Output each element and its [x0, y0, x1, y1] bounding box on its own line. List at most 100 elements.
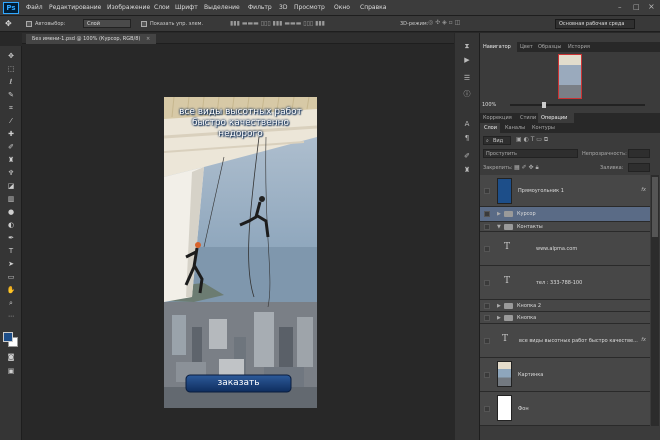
path-select-tool-icon[interactable]: ➤: [4, 259, 18, 270]
artboard[interactable]: все виды высотных работ быстро качествен…: [164, 97, 317, 408]
eyedropper-tool-icon[interactable]: ⁄: [4, 116, 18, 127]
layer-row[interactable]: ▶ Курсор: [480, 207, 650, 222]
gradient-tool-icon[interactable]: ▥: [4, 194, 18, 205]
move-tool-icon[interactable]: ✥: [5, 19, 12, 28]
tab-history[interactable]: История: [568, 44, 590, 50]
properties-icon[interactable]: ☰: [461, 73, 473, 84]
lasso-tool-icon[interactable]: ℓ: [4, 77, 18, 88]
menu-image[interactable]: Изображение: [107, 4, 150, 11]
more-tools-icon[interactable]: ⋯: [4, 311, 18, 322]
zoom-tool-icon[interactable]: ⌕: [4, 298, 18, 309]
visibility-toggle[interactable]: [484, 338, 490, 344]
visibility-toggle[interactable]: [484, 406, 490, 412]
visibility-toggle[interactable]: [484, 303, 490, 309]
visibility-toggle[interactable]: [484, 315, 490, 321]
menu-help[interactable]: Справка: [360, 4, 386, 11]
healing-tool-icon[interactable]: ✚: [4, 129, 18, 140]
visibility-toggle[interactable]: [484, 224, 490, 230]
document-tab[interactable]: Без имени-1.psd @ 100% (Курсор, RGB/8) ×: [26, 34, 157, 44]
zoom-slider[interactable]: [510, 102, 645, 108]
layer-filter-select[interactable]: ⌕ Вид: [483, 136, 511, 145]
layer-row[interactable]: Картинка: [480, 358, 650, 392]
collapse-arrow-icon[interactable]: ▼: [497, 224, 501, 230]
expand-arrow-icon[interactable]: ▶: [497, 211, 501, 217]
menu-window[interactable]: Окно: [334, 4, 350, 11]
visibility-toggle[interactable]: [484, 211, 490, 217]
navigator-preview[interactable]: [558, 54, 582, 99]
tab-adjustments[interactable]: Коррекция: [483, 115, 512, 121]
tab-color[interactable]: Цвет: [520, 44, 533, 50]
brush-settings-icon[interactable]: ✐: [461, 151, 473, 162]
menu-select[interactable]: Выделение: [204, 4, 240, 11]
history-icon[interactable]: ⧗: [461, 41, 473, 52]
layer-row[interactable]: ▶ Кнопка: [480, 312, 650, 324]
info-icon[interactable]: ⓘ: [461, 89, 473, 100]
layer-row[interactable]: T тел : 333-788-100: [480, 266, 650, 300]
quick-select-tool-icon[interactable]: ✎: [4, 90, 18, 101]
blend-mode-select[interactable]: Проступить: [483, 149, 578, 158]
character-icon[interactable]: A: [461, 119, 473, 130]
close-icon[interactable]: ×: [648, 2, 655, 11]
crop-tool-icon[interactable]: ⌗: [4, 103, 18, 114]
expand-arrow-icon[interactable]: ▶: [497, 315, 501, 321]
eraser-tool-icon[interactable]: ◪: [4, 181, 18, 192]
menu-filter[interactable]: Фильтр: [248, 4, 272, 11]
layers-scrollbar[interactable]: [651, 175, 659, 426]
hand-tool-icon[interactable]: ✋: [4, 285, 18, 296]
history-brush-icon[interactable]: ♆: [4, 168, 18, 179]
dodge-tool-icon[interactable]: ◐: [4, 220, 18, 231]
blend-mode-value: Проступить: [486, 151, 517, 157]
3d-controls-icon[interactable]: ◎ ✣ ◈ ▫ ◫: [428, 19, 460, 26]
menu-layers[interactable]: Слои: [154, 4, 170, 11]
menu-edit[interactable]: Редактирование: [49, 4, 101, 11]
maximize-icon[interactable]: □: [633, 3, 640, 11]
blur-tool-icon[interactable]: ●: [4, 207, 18, 218]
pen-tool-icon[interactable]: ✒: [4, 233, 18, 244]
visibility-toggle[interactable]: [484, 246, 490, 252]
visibility-toggle[interactable]: [484, 280, 490, 286]
layer-row[interactable]: T все виды высотных работ быстро качеств…: [480, 324, 650, 358]
menu-view[interactable]: Просмотр: [294, 4, 325, 11]
autoselect-select[interactable]: Слой: [83, 19, 131, 28]
lock-icons[interactable]: ▦ ✐ ✥ 🔒︎: [514, 164, 539, 172]
minimize-icon[interactable]: –: [618, 3, 622, 11]
visibility-toggle[interactable]: [484, 372, 490, 378]
tab-paths[interactable]: Контуры: [532, 125, 555, 131]
visibility-toggle[interactable]: [484, 188, 490, 194]
tab-navigator[interactable]: Навигатор: [483, 44, 511, 50]
quick-mask-icon[interactable]: ◙: [4, 352, 18, 363]
layer-row[interactable]: ▶ Кнопка 2: [480, 300, 650, 312]
menu-type[interactable]: Шрифт: [175, 4, 198, 11]
shape-tool-icon[interactable]: ▭: [4, 272, 18, 283]
tab-actions[interactable]: Операции: [541, 115, 567, 121]
tab-layers[interactable]: Слои: [484, 125, 497, 131]
tab-channels[interactable]: Каналы: [505, 125, 525, 131]
opacity-input[interactable]: [628, 149, 650, 158]
workspace-select[interactable]: Основная рабочая среда: [555, 19, 635, 29]
tab-styles[interactable]: Стили: [520, 115, 536, 121]
align-icon[interactable]: ▮▮▮ ▬▬▬ ▯▯▯ ▮▮▮ ▬▬▬ ▯▯▯ ▮▮▮: [230, 20, 325, 28]
foreground-color-swatch[interactable]: [3, 332, 13, 342]
move-tool-icon[interactable]: ✥: [4, 51, 18, 62]
menu-file[interactable]: Файл: [26, 4, 43, 11]
paragraph-icon[interactable]: ¶: [461, 133, 473, 144]
close-tab-icon[interactable]: ×: [146, 36, 150, 42]
expand-arrow-icon[interactable]: ▶: [497, 303, 501, 309]
clone-source-icon[interactable]: ♜: [461, 165, 473, 176]
layer-row[interactable]: ▼ Контакты: [480, 222, 650, 232]
layer-row[interactable]: T www.alpma.com: [480, 232, 650, 266]
brush-tool-icon[interactable]: ✐: [4, 142, 18, 153]
tab-swatches[interactable]: Образцы: [538, 44, 561, 50]
actions-icon[interactable]: ▶: [461, 55, 473, 66]
screen-mode-icon[interactable]: ▣: [4, 366, 18, 377]
show-controls-checkbox[interactable]: [141, 21, 147, 27]
fill-input[interactable]: [628, 163, 650, 172]
marquee-tool-icon[interactable]: ⬚: [4, 64, 18, 75]
type-tool-icon[interactable]: T: [4, 246, 18, 257]
layer-row[interactable]: Прямоугольник 1 fx: [480, 175, 650, 207]
autoselect-checkbox[interactable]: [26, 21, 32, 27]
layer-row[interactable]: Фон: [480, 392, 650, 426]
filter-type-icons[interactable]: ▣ ◐ T ▭ ⧉: [516, 136, 548, 144]
menu-3d[interactable]: 3D: [279, 4, 287, 11]
stamp-tool-icon[interactable]: ♜: [4, 155, 18, 166]
